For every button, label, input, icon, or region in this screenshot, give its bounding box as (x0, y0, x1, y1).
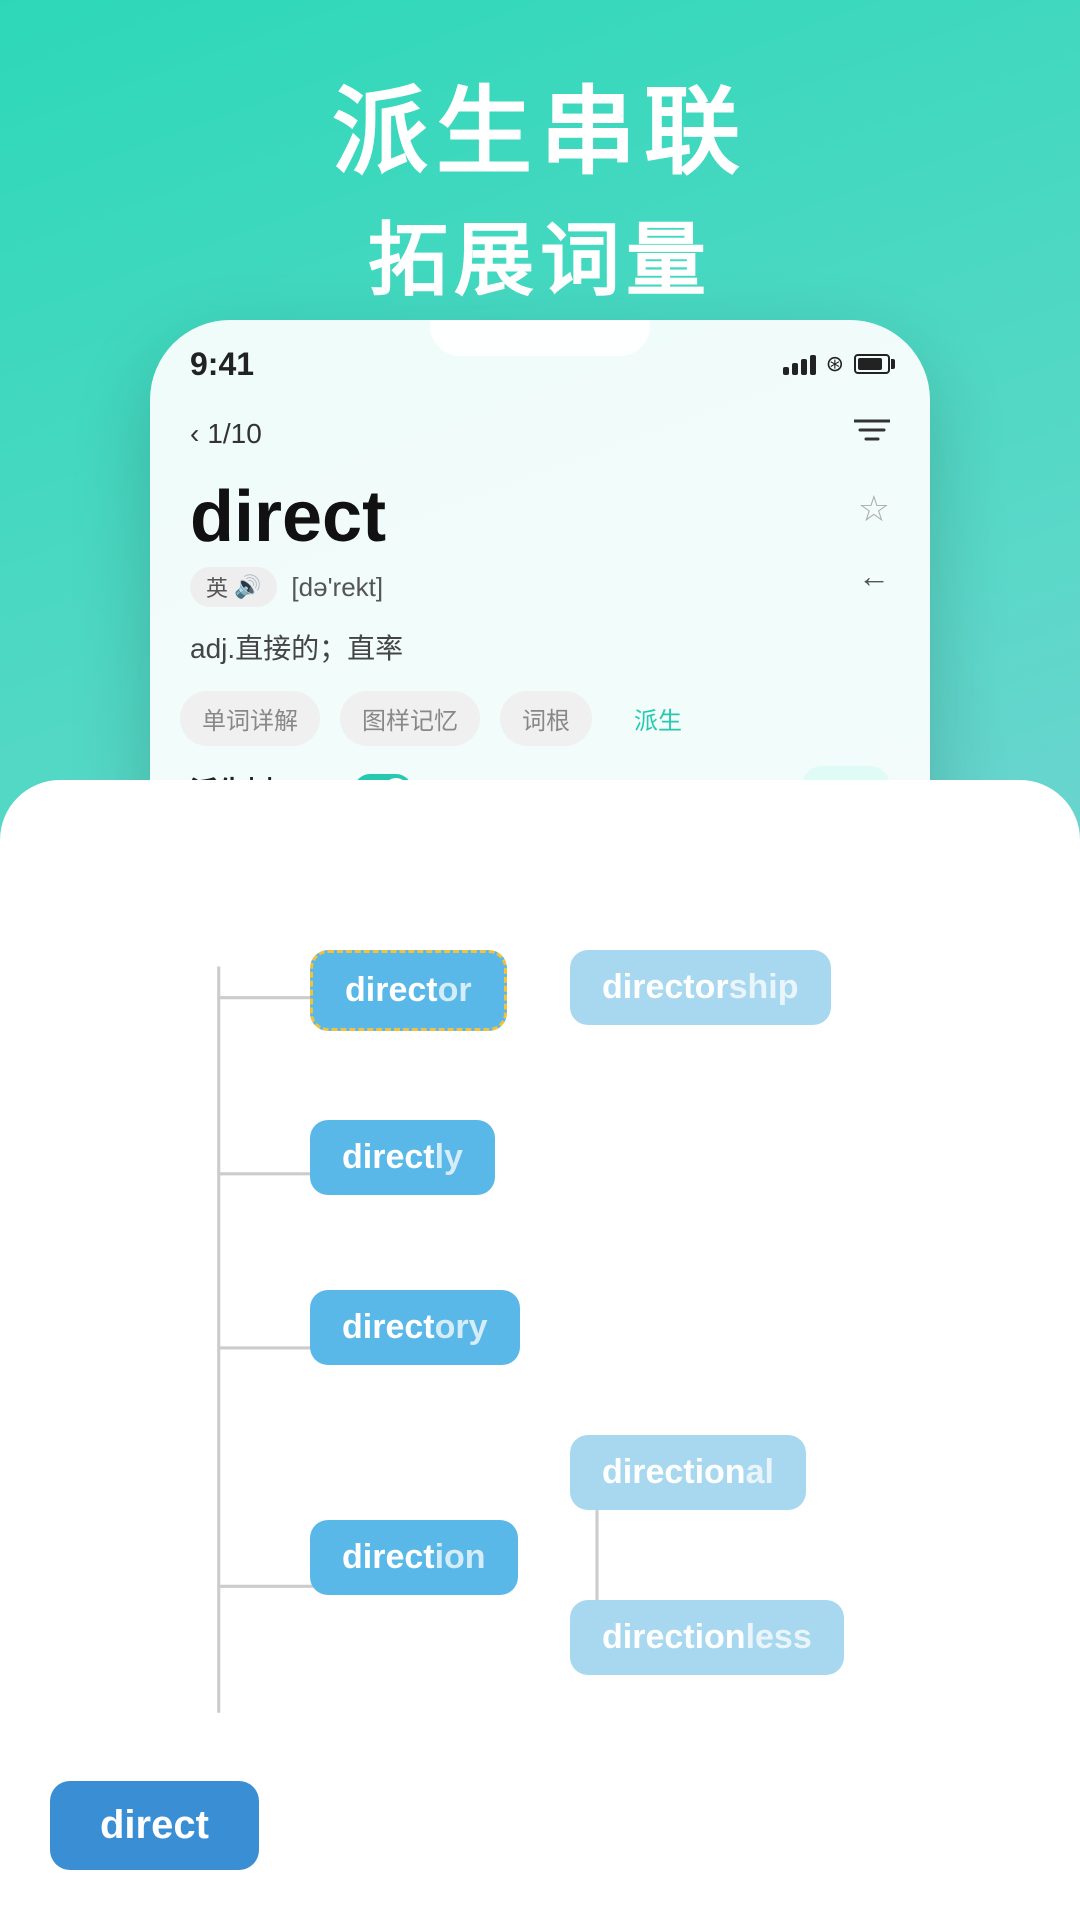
node-directionless[interactable]: directionless (570, 1600, 844, 1675)
status-icons: ⊛ (783, 351, 890, 377)
node-directorship[interactable]: directorship (570, 950, 831, 1025)
back-arrow-icon[interactable]: ← (858, 558, 890, 595)
word-header: direct ☆ (190, 478, 890, 557)
star-icon[interactable]: ☆ (858, 488, 890, 530)
nav-back-button[interactable]: ‹ 1/10 (190, 418, 262, 450)
phonetic: [də'rekt] (291, 572, 383, 603)
node-directionless-text: directionless (602, 1618, 812, 1656)
pronunciation-row: 英 🔊 [də'rekt] (190, 567, 890, 607)
node-directional[interactable]: directional (570, 1435, 806, 1510)
eng-badge[interactable]: 英 🔊 (190, 567, 277, 607)
node-direct-root[interactable]: direct (50, 1781, 259, 1870)
node-director-text: director (345, 971, 472, 1009)
word-main: direct (190, 478, 386, 557)
filter-icon[interactable] (854, 416, 890, 452)
wifi-icon: ⊛ (826, 351, 844, 377)
signal-icon (783, 353, 816, 375)
page-indicator: 1/10 (207, 418, 262, 450)
node-directly[interactable]: directly (310, 1120, 495, 1195)
node-direct-root-text: direct (100, 1803, 209, 1847)
node-direction[interactable]: direction (310, 1520, 518, 1595)
node-director[interactable]: director (310, 950, 507, 1031)
node-directory-text: directory (342, 1308, 488, 1346)
tab-word-detail[interactable]: 单词详解 (180, 691, 320, 746)
tab-image-memory[interactable]: 图样记忆 (340, 691, 480, 746)
header-title-line2: 拓展词量 (0, 196, 1080, 312)
node-directional-text: directional (602, 1453, 774, 1491)
nav-bar: ‹ 1/10 (150, 400, 930, 468)
header-title-line1: 派生串联 (0, 80, 1080, 186)
node-direction-text: direction (342, 1538, 486, 1576)
tab-derivative[interactable]: 派生 (612, 691, 704, 746)
header-section: 派生串联 拓展词量 (0, 0, 1080, 352)
word-definition: adj.直接的；直率 (190, 627, 890, 667)
phone-notch (430, 320, 650, 356)
tabs-row: 单词详解 图样记忆 词根 派生 (150, 667, 930, 746)
node-directly-text: directly (342, 1138, 463, 1176)
battery-icon (854, 354, 890, 374)
word-section: direct ☆ 英 🔊 [də'rekt] ← adj.直接的；直率 (150, 468, 930, 667)
lower-card: director directorship directly directory… (0, 780, 1080, 1920)
phone-time: 9:41 (190, 346, 254, 383)
node-directory[interactable]: directory (310, 1290, 520, 1365)
tree-container: director directorship directly directory… (0, 780, 1080, 1920)
tree-lines-svg (0, 780, 1080, 1920)
tab-root[interactable]: 词根 (500, 691, 592, 746)
node-directorship-text: directorship (602, 968, 799, 1006)
sound-icon: 🔊 (234, 574, 261, 600)
back-chevron-icon: ‹ (190, 418, 199, 450)
pronunciation-type: 英 (206, 571, 228, 603)
